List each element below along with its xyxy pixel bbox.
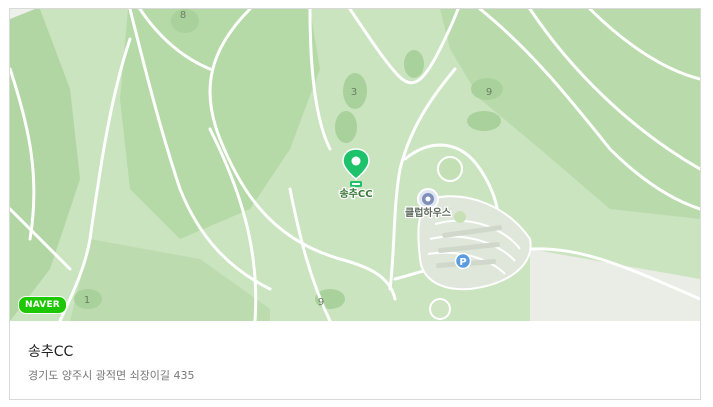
hole-number-label: 9 <box>486 87 492 98</box>
hole-number-label: 8 <box>180 10 186 21</box>
place-address: 경기도 양주시 광적면 쇠장이길 435 <box>28 369 195 382</box>
hole-number-label: 3 <box>351 87 357 98</box>
parking-symbol: P <box>459 257 466 268</box>
place-name[interactable]: 송추CC <box>28 341 73 361</box>
place-info[interactable]: 송추CC 경기도 양주시 광적면 쇠장이길 435 <box>10 321 700 399</box>
parking-icon[interactable]: P <box>454 252 472 270</box>
clubhouse-label: 클럽하우스 <box>405 206 451 219</box>
hole-number-label: 1 <box>84 295 90 306</box>
map-canvas[interactable]: 8 3 9 1 9 송추CC 클럽하우스 P <box>10 9 700 321</box>
naver-logo-badge[interactable]: NAVER <box>18 296 67 314</box>
marker-label: 송추CC <box>339 188 372 200</box>
map-card: 8 3 9 1 9 송추CC 클럽하우스 P NAVER 송추CC 경기도 양주… <box>9 8 701 400</box>
hole-number-label: 9 <box>318 297 324 308</box>
clubhouse-icon[interactable] <box>422 193 434 205</box>
map-view[interactable]: 8 3 9 1 9 송추CC 클럽하우스 P NAVER <box>10 9 700 321</box>
